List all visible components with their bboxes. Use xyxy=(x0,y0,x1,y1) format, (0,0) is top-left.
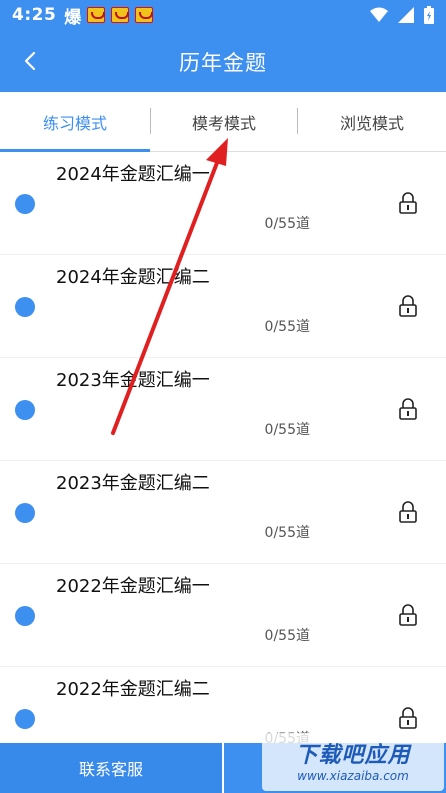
notification-icon xyxy=(111,7,130,23)
tab-mock-exam-mode[interactable]: 模考模式 xyxy=(150,92,298,152)
list-item[interactable]: 2023年金题汇编一 0/55道 xyxy=(0,358,446,460)
signal-icon xyxy=(398,7,414,23)
lock-icon xyxy=(399,398,417,420)
status-dot xyxy=(15,400,35,420)
status-dot xyxy=(15,194,35,214)
watermark-url: www.xiazaiba.com xyxy=(297,769,409,783)
lock-icon xyxy=(399,295,417,317)
item-title: 2024年金题汇编二 xyxy=(56,267,210,288)
item-title: 2023年金题汇编二 xyxy=(56,473,210,494)
lock-icon xyxy=(399,501,417,523)
status-dot xyxy=(15,297,35,317)
tab-practice-mode[interactable]: 练习模式 xyxy=(0,92,150,152)
notification-icon xyxy=(135,7,154,23)
list-item[interactable]: 2022年金题汇编一 0/55道 xyxy=(0,564,446,666)
item-progress: 0/55道 xyxy=(264,628,310,644)
status-dot xyxy=(15,606,35,626)
item-title: 2022年金题汇编一 xyxy=(56,576,210,597)
list-item[interactable]: 2024年金题汇编一 0/55道 xyxy=(0,152,446,254)
lock-icon xyxy=(399,192,417,214)
battery-icon xyxy=(424,6,434,24)
item-title: 2024年金题汇编一 xyxy=(56,164,210,185)
status-dot xyxy=(15,709,35,729)
watermark-brand: 下载吧应用 xyxy=(295,743,411,768)
lock-icon xyxy=(399,707,417,729)
page-title: 历年金题 xyxy=(179,51,267,75)
contact-service-button[interactable]: 联系客服 xyxy=(0,743,224,793)
status-bar: 4:25 爆 xyxy=(0,0,446,30)
list-item[interactable]: 2024年金题汇编二 0/55道 xyxy=(0,255,446,357)
item-progress: 0/55道 xyxy=(264,216,310,232)
app-bar: 历年金题 xyxy=(0,30,446,92)
wifi-icon xyxy=(370,7,388,22)
item-title: 2022年金题汇编二 xyxy=(56,679,210,700)
notification-icon xyxy=(87,7,106,23)
mode-tabs: 练习模式 模考模式 浏览模式 xyxy=(0,92,446,152)
item-progress: 0/55道 xyxy=(264,422,310,438)
item-title: 2023年金题汇编一 xyxy=(56,370,210,391)
notification-burst-char: 爆 xyxy=(64,7,82,28)
exam-list: 2024年金题汇编一 0/55道 2024年金题汇编二 0/55道 2023年金… xyxy=(0,152,446,743)
item-progress: 0/55道 xyxy=(264,319,310,335)
list-item[interactable]: 2022年金题汇编二 0/55道 xyxy=(0,667,446,743)
status-dot xyxy=(15,503,35,523)
lock-icon xyxy=(399,604,417,626)
watermark-logo: 下载吧应用 www.xiazaiba.com xyxy=(262,733,444,791)
list-item[interactable]: 2023年金题汇编二 0/55道 xyxy=(0,461,446,563)
status-time: 4:25 xyxy=(12,5,57,25)
item-progress: 0/55道 xyxy=(264,525,310,541)
tab-browse-mode[interactable]: 浏览模式 xyxy=(298,92,446,152)
